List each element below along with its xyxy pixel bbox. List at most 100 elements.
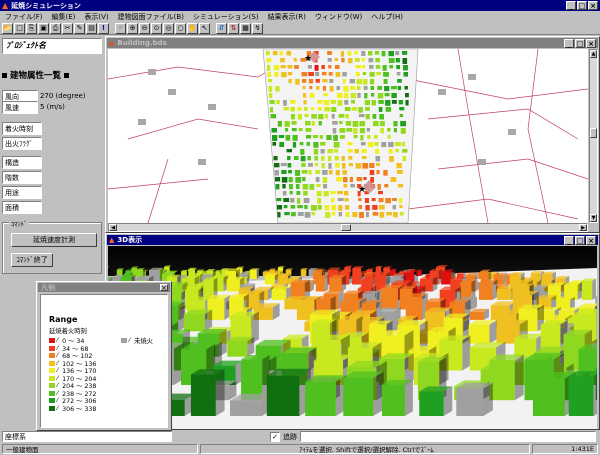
map-vscroll[interactable]: ▲ ▼ [589, 49, 598, 223]
close-button[interactable]: × [588, 1, 598, 10]
building-footprint [311, 205, 317, 211]
info-icon[interactable]: ! [98, 22, 109, 34]
copy-icon[interactable]: ⎘ [26, 22, 37, 34]
scroll-right-icon[interactable]: ▶ [579, 224, 587, 231]
zoom-out-icon[interactable]: ⊖ [139, 22, 150, 34]
building-block [249, 268, 260, 279]
menu-item[interactable]: ヘルプ(H) [371, 12, 403, 22]
building-footprint [381, 142, 387, 148]
menu-item[interactable]: ファイル(F) [5, 12, 43, 22]
marker-icon[interactable]: ◦ [115, 22, 126, 34]
minimize-button[interactable]: _ [566, 1, 576, 10]
zoom-prev-icon[interactable]: ○ [175, 22, 186, 34]
print-icon[interactable]: ⎙ [50, 22, 61, 34]
building-footprint [353, 128, 358, 134]
building-block [227, 336, 255, 357]
prop-value: 5 (m/s) [39, 102, 65, 111]
legend-window: 凡例 × Range 延焼着火時刻 ⁄ 0 ～ 34 ⁄ 34 ～ 68 ⁄ 68 ～ 1… [36, 281, 172, 431]
building-footprint [508, 129, 516, 135]
building-footprint [384, 86, 390, 92]
edit-icon[interactable]: ✎ [74, 22, 85, 34]
attr-item[interactable]: 面積 [2, 201, 42, 214]
maximize-button[interactable]: □ [575, 235, 585, 245]
scroll-left-icon[interactable]: ◀ [109, 224, 117, 231]
building-footprint [364, 100, 370, 106]
menu-item[interactable]: 結果表示(R) [268, 12, 306, 22]
layers-icon[interactable]: ▦ [240, 22, 251, 34]
legend-swatch [49, 345, 55, 351]
import-icon[interactable]: ⇵ [216, 22, 227, 34]
minimize-button[interactable]: _ [564, 235, 574, 245]
building-footprint [394, 142, 401, 147]
zoom-in-icon[interactable]: ⊕ [127, 22, 138, 34]
coord-field[interactable]: 座標系 [2, 431, 172, 442]
new-icon[interactable]: □ [14, 22, 25, 34]
tracking-checkbox[interactable]: ✓ 追跡 [270, 432, 297, 442]
view3d-canvas[interactable] [108, 246, 597, 429]
prop-value: 270 (degree) [39, 91, 86, 100]
calc-spread-button[interactable]: 延焼速度計測 [11, 233, 97, 247]
building-block [581, 278, 596, 300]
pan-icon[interactable]: ✋ [187, 22, 198, 34]
building-footprint [388, 149, 393, 154]
building-footprint [376, 170, 380, 175]
attr-item[interactable]: 着火時刻 [2, 122, 42, 135]
building-footprint [283, 107, 289, 111]
building-footprint [333, 142, 340, 148]
building-footprint [331, 107, 337, 112]
cut-icon[interactable]: ✂ [62, 22, 73, 34]
building-footprint [297, 212, 304, 216]
menu-item[interactable]: 編集(E) [52, 12, 76, 22]
attr-item[interactable]: 出火ﾌﾗｸﾞ [2, 137, 42, 150]
arrow-icon[interactable]: ↖ [199, 22, 210, 34]
legend-label: 306 ～ 338 [62, 405, 97, 413]
view3d-title: 3D表示 [117, 236, 143, 244]
building-footprint [315, 177, 320, 182]
checkbox-icon[interactable]: ✓ [270, 432, 280, 442]
building-footprint [393, 121, 398, 127]
export-icon[interactable]: ⇅ [228, 22, 239, 34]
close-button[interactable]: × [586, 38, 596, 48]
open-icon[interactable]: 📂 [2, 22, 13, 34]
status-right: 1:431E [532, 444, 598, 454]
maximize-button[interactable]: □ [575, 38, 585, 48]
paste-icon[interactable]: ▤ [86, 22, 97, 34]
attribute-header: 建物属性一覧 [2, 68, 102, 82]
zoom-fit-icon[interactable]: ⊙ [151, 22, 162, 34]
save-icon[interactable]: ▣ [38, 22, 49, 34]
end-command-button[interactable]: ｺﾏﾝﾄﾞ終了 [11, 253, 53, 267]
menu-item[interactable]: 建物図面ファイル(B) [118, 12, 184, 22]
building-footprint [277, 212, 281, 218]
building-footprint [288, 79, 292, 84]
maximize-button[interactable]: □ [577, 1, 587, 10]
menu-item[interactable]: 表示(V) [84, 12, 108, 22]
attr-item[interactable]: 構造 [2, 156, 42, 169]
scroll-down-icon[interactable]: ▼ [590, 214, 597, 222]
minimize-button[interactable]: _ [564, 38, 574, 48]
map-canvas[interactable]: ★ ★ [108, 49, 588, 223]
building-block [315, 275, 329, 292]
attr-item[interactable]: 階数 [2, 171, 42, 184]
run-icon[interactable]: ↯ [252, 22, 263, 34]
building-footprint [332, 121, 338, 125]
zoom-area-icon[interactable]: ◎ [163, 22, 174, 34]
building-footprint [358, 198, 362, 201]
building-footprint [352, 212, 358, 218]
map-hscroll[interactable]: ◀ ▶ [108, 223, 588, 232]
building-footprint [360, 142, 366, 146]
building-block [478, 279, 498, 300]
scroll-thumb[interactable] [590, 128, 597, 138]
building-footprint [369, 65, 374, 69]
scroll-thumb[interactable] [341, 224, 351, 231]
attr-item[interactable]: 用途 [2, 186, 42, 199]
menu-item[interactable]: シミュレーション(S) [193, 12, 259, 22]
building-block [183, 309, 213, 332]
close-button[interactable]: × [586, 235, 596, 245]
building-footprint [289, 191, 293, 195]
building-footprint [291, 128, 297, 132]
building-footprint [328, 163, 332, 169]
building-footprint [323, 100, 330, 106]
scroll-up-icon[interactable]: ▲ [590, 50, 597, 58]
close-button[interactable]: × [160, 284, 168, 292]
menu-item[interactable]: ウィンドウ(W) [315, 12, 362, 22]
